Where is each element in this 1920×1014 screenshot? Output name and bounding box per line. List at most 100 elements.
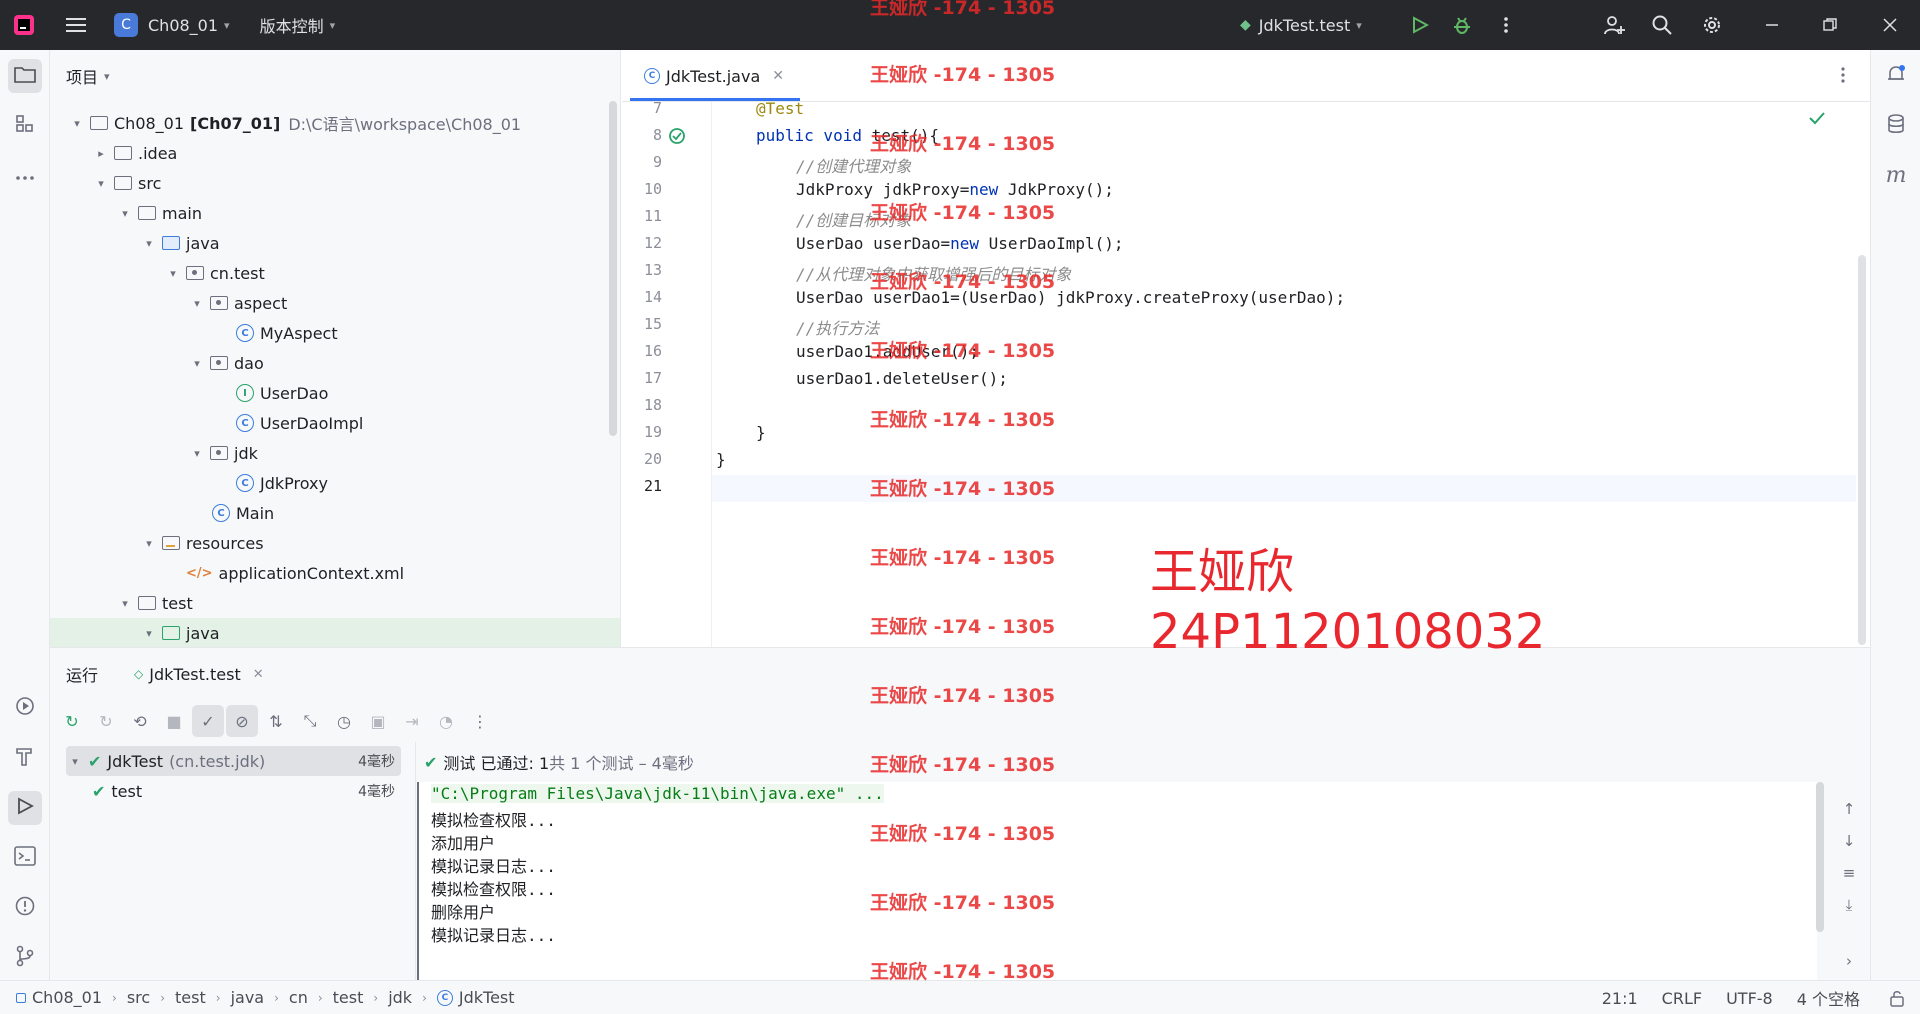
tab-jdktest-java[interactable]: C JdkTest.java ✕ (632, 50, 796, 102)
breadcrumb-item[interactable]: JdkTest (459, 988, 515, 1007)
services-tool-button[interactable] (8, 691, 42, 725)
tree-row-test[interactable]: ▾ test (50, 588, 620, 618)
more-vertical-icon[interactable]: ⋮ (464, 705, 496, 737)
tree-row-main-class[interactable]: C Main (50, 498, 620, 528)
project-name: Ch08_01 (148, 15, 219, 35)
scroll-up-arrow-icon[interactable]: ↑ (1836, 796, 1862, 822)
history-icon[interactable]: ◷ (328, 705, 360, 737)
run-tool-button[interactable] (8, 791, 42, 825)
console-scrollbar[interactable] (1816, 782, 1824, 932)
tree-row-userdao[interactable]: I UserDao (50, 378, 620, 408)
test-case-row[interactable]: ✔ test 4毫秒 (66, 776, 401, 806)
maven-button[interactable]: m (1879, 158, 1913, 192)
notifications-button[interactable] (1879, 59, 1913, 93)
breadcrumb-item[interactable]: src (127, 988, 150, 1007)
editor-scrollbar[interactable] (1858, 255, 1866, 645)
rerun-icon[interactable]: ↻ (56, 705, 88, 737)
code-line-12: UserDao userDao=new UserDaoImpl(); (796, 234, 1124, 253)
scroll-down-arrow-icon[interactable]: ↓ (1836, 828, 1862, 854)
minimize-icon[interactable] (1758, 11, 1786, 39)
tree-row-main[interactable]: ▾ main (50, 198, 620, 228)
soft-wrap-icon[interactable]: ≡ (1836, 860, 1862, 886)
run-panel-title[interactable]: 运行 (66, 662, 98, 686)
rerun-failed-icon[interactable]: ↻ (90, 705, 122, 737)
tree-row-resources[interactable]: ▾ resources (50, 528, 620, 558)
show-ignored-icon[interactable]: ⊘ (226, 705, 258, 737)
import-tests-icon[interactable]: ⇥ (396, 705, 428, 737)
tree-row-test-java[interactable]: ▾ java (50, 618, 620, 647)
project-panel-header[interactable]: 项目 ▾ (50, 50, 620, 102)
console-output[interactable]: "C:\Program Files\Java\jdk-11\bin\java.e… (417, 782, 1817, 981)
more-horizontal-icon (15, 166, 35, 185)
close-icon[interactable] (1876, 11, 1904, 39)
breadcrumb-item[interactable]: test (175, 988, 206, 1007)
more-vertical-icon[interactable] (1840, 66, 1846, 88)
more-vertical-icon[interactable] (1492, 11, 1520, 39)
tree-row-myaspect[interactable]: C MyAspect (50, 318, 620, 348)
breadcrumb-item[interactable]: java (231, 988, 265, 1007)
run-icon[interactable] (1406, 11, 1434, 39)
toggle-auto-test-icon[interactable]: ⟲ (124, 705, 156, 737)
structure-tool-button[interactable] (8, 109, 42, 143)
caret-position[interactable]: 21:1 (1602, 989, 1638, 1008)
project-tool-button[interactable] (8, 59, 42, 93)
breadcrumb-item[interactable]: Ch08_01 (32, 988, 102, 1007)
main-menu-button[interactable] (62, 11, 90, 39)
coverage-icon[interactable]: ◔ (430, 705, 462, 737)
tree-row-main-java[interactable]: ▾ java (50, 228, 620, 258)
line-ending[interactable]: CRLF (1662, 989, 1702, 1008)
build-tool-button[interactable] (8, 741, 42, 775)
project-scrollbar[interactable] (609, 101, 617, 436)
watermark-text: 王娅欣 -174 - 1305 (870, 892, 1056, 914)
breadcrumb-item[interactable]: test (333, 988, 364, 1007)
tree-row-aspect[interactable]: ▾ aspect (50, 288, 620, 318)
stop-icon[interactable]: ■ (158, 705, 190, 737)
run-tab-jdktest[interactable]: ◇ JdkTest.test ✕ (134, 665, 264, 684)
gear-icon[interactable] (1698, 11, 1726, 39)
vcs-menu[interactable]: 版本控制 ▾ (260, 13, 336, 37)
show-passed-icon[interactable]: ✓ (192, 705, 224, 737)
terminal-tool-button[interactable] (8, 841, 42, 875)
indent-setting[interactable]: 4 个空格 (1797, 986, 1860, 1010)
tree-row-jdk[interactable]: ▾ jdk (50, 438, 620, 468)
no-problems-check-icon[interactable] (1808, 110, 1826, 129)
more-tools-button[interactable] (8, 158, 42, 192)
git-tool-button[interactable] (8, 941, 42, 975)
database-button[interactable] (1879, 109, 1913, 143)
tree-row-idea[interactable]: ▸ .idea (50, 138, 620, 168)
file-encoding[interactable]: UTF-8 (1726, 989, 1773, 1008)
chevron-right-icon: › (274, 990, 279, 1005)
run-config-selector[interactable]: ◆ JdkTest.test ▾ (1240, 16, 1362, 35)
tree-row-jdkproxy[interactable]: C JdkProxy (50, 468, 620, 498)
restore-icon[interactable] (1816, 11, 1844, 39)
debug-icon[interactable] (1448, 11, 1476, 39)
chevron-down-icon: ▾ (122, 206, 128, 220)
breadcrumb-item[interactable]: cn (289, 988, 308, 1007)
tree-row-dao[interactable]: ▾ dao (50, 348, 620, 378)
close-icon[interactable]: ✕ (772, 68, 784, 84)
status-bar-right: 21:1 CRLF UTF-8 4 个空格 (1578, 981, 1860, 1014)
tree-label: Main (236, 503, 275, 523)
search-icon[interactable] (1648, 11, 1676, 39)
tree-row-applicationcontext[interactable]: </> applicationContext.xml (50, 558, 620, 588)
xml-file-icon: </> (186, 565, 213, 581)
lock-icon[interactable] (1890, 989, 1904, 1011)
chevron-right-icon[interactable]: › (1836, 948, 1862, 974)
tree-row-src[interactable]: ▾ src (50, 168, 620, 198)
tree-row-cn-test[interactable]: ▾ cn.test (50, 258, 620, 288)
test-suite-row[interactable]: ▾ ✔ JdkTest (cn.test.jdk) 4毫秒 (66, 746, 401, 776)
breadcrumb-item[interactable]: jdk (388, 988, 412, 1007)
add-user-icon[interactable] (1600, 11, 1628, 39)
scroll-to-end-icon[interactable]: ⤓ (1836, 892, 1862, 918)
test-source-folder-icon (162, 626, 180, 640)
collapse-all-icon[interactable]: ⤡ (294, 705, 326, 737)
sort-icon[interactable]: ⇅ (260, 705, 292, 737)
project-switcher[interactable]: C Ch08_01 ▾ (114, 13, 230, 37)
close-icon[interactable]: ✕ (253, 667, 264, 682)
screenshot-icon[interactable]: ▣ (362, 705, 394, 737)
tree-row-userdaoimpl[interactable]: C UserDaoImpl (50, 408, 620, 438)
app-logo[interactable] (10, 11, 38, 39)
run-test-gutter-icon[interactable] (668, 127, 686, 149)
tree-row-project-root[interactable]: ▾ Ch08_01 [Ch07_01] D:\C语言\workspace\Ch0… (50, 108, 620, 138)
problems-tool-button[interactable] (8, 891, 42, 925)
